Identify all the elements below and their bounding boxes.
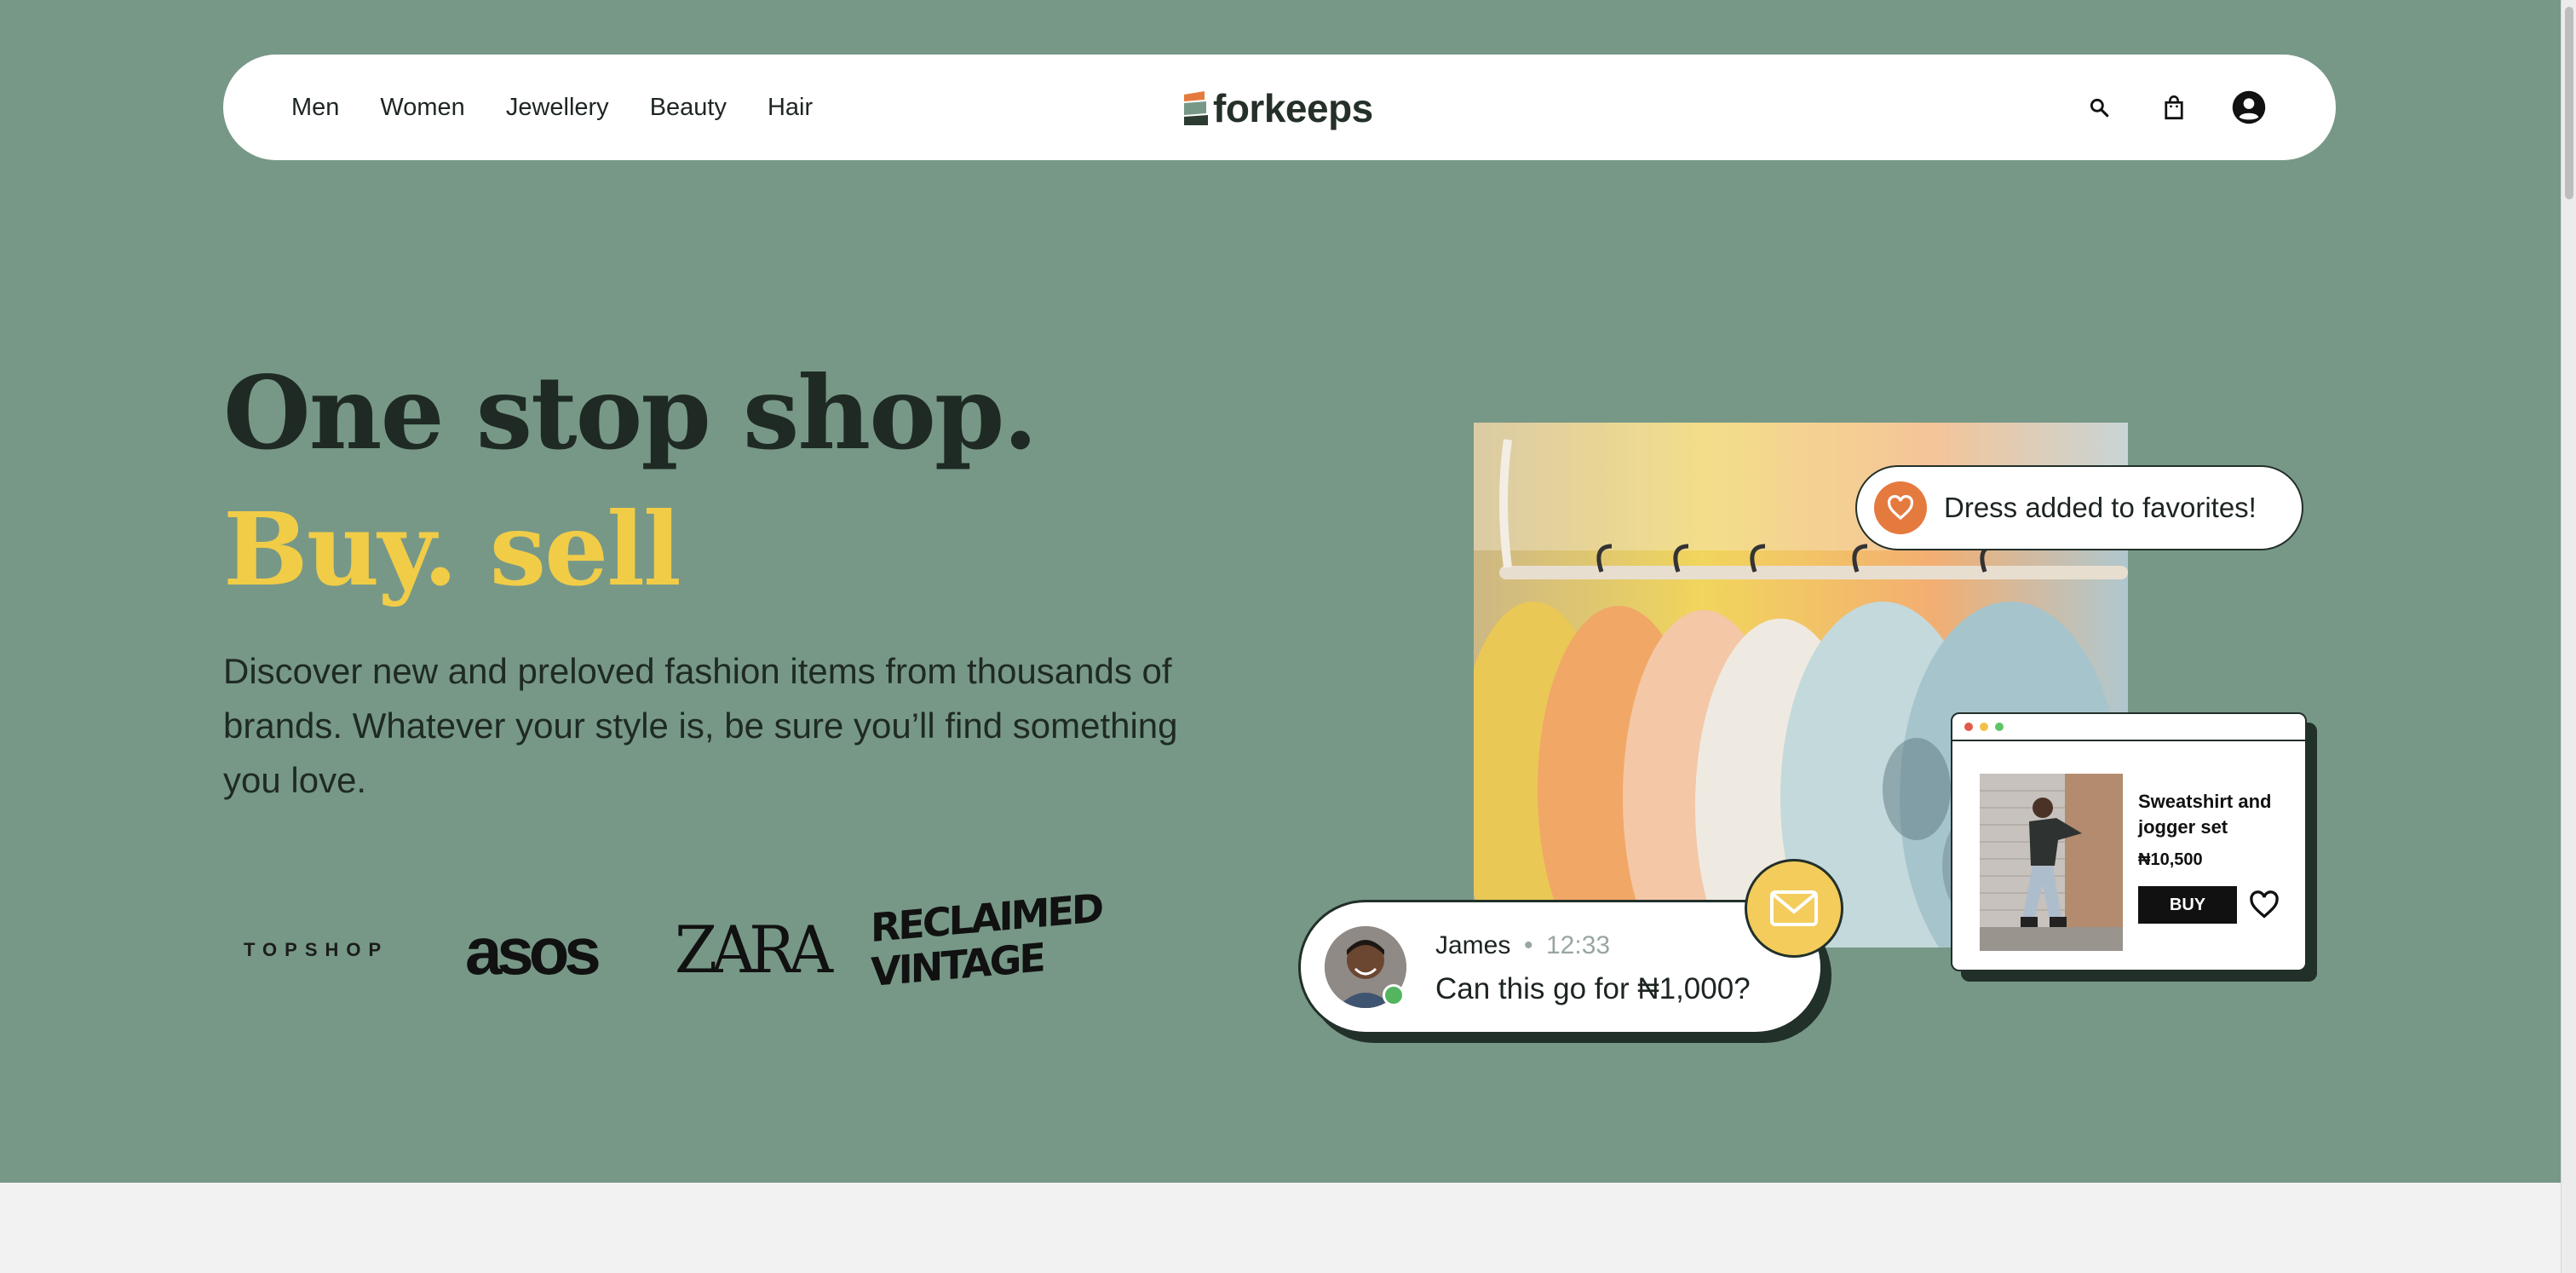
chat-message-text: Can this go for ₦1,000?: [1435, 972, 1751, 1005]
brand-logos: TOPSHOP asos ZARA RECLAIMED VINTAGE: [223, 884, 1102, 1014]
nav-icons: [2043, 55, 2268, 160]
hero-headline: One stop shop. Buy. sell: [223, 345, 1038, 618]
headline-line-1: One stop shop.: [223, 354, 1038, 472]
logo-text: forkeeps: [1213, 86, 1373, 130]
product-price: ₦10,500: [2138, 850, 2203, 869]
window-dot-yellow-icon: [1980, 723, 1988, 731]
window-dot-red-icon: [1964, 723, 1973, 731]
online-status-icon: [1383, 984, 1405, 1006]
heart-icon: [1874, 481, 1927, 534]
product-card: Sweatshirt and jogger set ₦10,500 BUY: [1951, 712, 2307, 971]
window-dot-green-icon: [1995, 723, 2004, 731]
product-image[interactable]: [1980, 774, 2123, 951]
hero-description: Discover new and preloved fashion items …: [223, 651, 1178, 800]
page-scrollbar[interactable]: [2561, 0, 2576, 1273]
favorite-heart-icon[interactable]: [2247, 888, 2281, 922]
account-icon[interactable]: [2230, 89, 2268, 126]
buy-button[interactable]: BUY: [2138, 886, 2237, 924]
nav-link-women[interactable]: Women: [380, 94, 464, 122]
headline-line-2: Buy. sell: [223, 490, 681, 608]
search-icon[interactable]: [2080, 89, 2118, 126]
window-controls: [1952, 714, 2305, 741]
brand-zara-logo: ZARA: [675, 912, 833, 988]
favorite-toast-text: Dress added to favorites!: [1944, 492, 2257, 523]
nav-link-jewellery[interactable]: Jewellery: [506, 94, 609, 122]
nav-links: Men Women Jewellery Beauty Hair: [291, 55, 854, 160]
top-navbar: Men Women Jewellery Beauty Hair forkeeps: [223, 55, 2336, 160]
scrollbar-thumb[interactable]: [2565, 7, 2573, 199]
chat-timestamp: 12:33: [1546, 931, 1611, 959]
favorite-toast: Dress added to favorites!: [1855, 465, 2303, 550]
chat-separator-dot: •: [1524, 931, 1533, 959]
mail-icon: [1745, 859, 1843, 958]
nav-link-beauty[interactable]: Beauty: [650, 94, 727, 122]
hero-section: Men Women Jewellery Beauty Hair forkeeps: [0, 0, 2561, 1183]
logo-mark-icon: [1184, 91, 1208, 125]
brand-topshop-logo: TOPSHOP: [244, 939, 389, 960]
nav-link-hair[interactable]: Hair: [768, 94, 813, 122]
forkeeps-logo[interactable]: forkeeps: [1181, 85, 1373, 131]
brand-asos-logo: asos: [465, 913, 601, 988]
brand-reclaimed-vintage-logo: RECLAIMED VINTAGE: [871, 884, 1102, 996]
nav-link-men[interactable]: Men: [291, 94, 339, 122]
product-title[interactable]: Sweatshirt and jogger set: [2138, 789, 2291, 840]
shopping-bag-icon[interactable]: [2155, 89, 2193, 126]
chat-sender-name: James: [1435, 931, 1511, 959]
chat-message-card: James • 12:33 Can this go for ₦1,000?: [1298, 900, 1823, 1034]
